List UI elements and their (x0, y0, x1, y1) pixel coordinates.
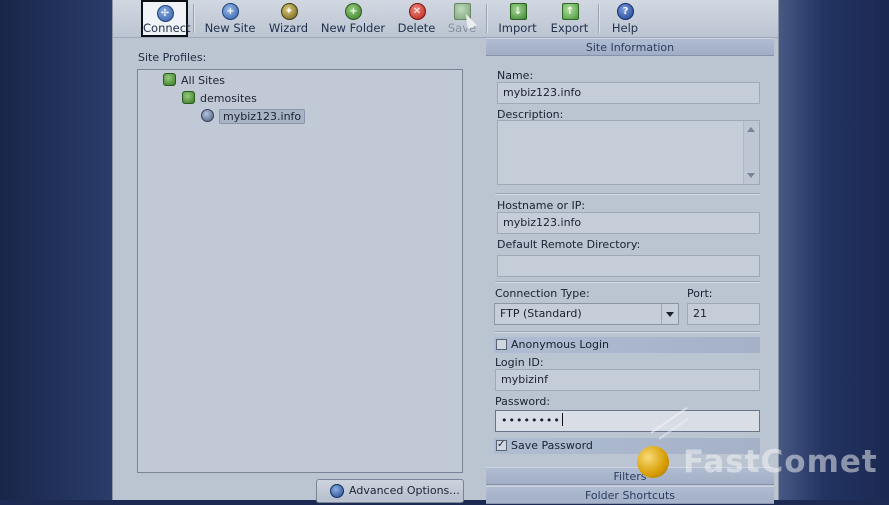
background-left (0, 0, 112, 500)
import-icon: ↓ (509, 3, 527, 20)
anonymous-login-row[interactable]: Anonymous Login (494, 337, 760, 353)
watermark-text: FastComet (683, 444, 878, 480)
password-field[interactable]: •••••••• (495, 410, 760, 432)
new-site-label: New Site (204, 21, 256, 35)
divider (495, 331, 760, 333)
delete-button[interactable]: ✕ Delete (395, 0, 438, 37)
name-field[interactable]: mybiz123.info (497, 82, 760, 104)
port-field[interactable]: 21 (687, 303, 760, 325)
text-caret (561, 413, 563, 426)
remote-directory-field[interactable] (497, 255, 760, 277)
new-folder-label: New Folder (320, 21, 386, 35)
toolbar: ✢ Connect + New Site ✦ Wizard + New Fold… (113, 0, 778, 38)
site-profiles-tree[interactable]: All Sites demosites mybiz123.info (137, 69, 463, 473)
login-id-field[interactable]: mybizinf (495, 369, 760, 391)
connection-type-label: Connection Type: (495, 287, 590, 300)
wizard-button[interactable]: ✦ Wizard (265, 0, 312, 37)
save-password-label: Save Password (511, 439, 593, 452)
chevron-down-icon[interactable] (661, 304, 678, 324)
scroll-down-icon[interactable] (747, 173, 755, 178)
tree-item-mybiz123[interactable]: mybiz123.info (201, 108, 306, 125)
advanced-options-button[interactable]: Advanced Options... (316, 479, 464, 503)
all-sites-icon (163, 73, 176, 86)
tree-item-label: All Sites (181, 74, 225, 87)
toolbar-separator (598, 4, 600, 33)
password-label: Password: (495, 395, 551, 408)
new-site-button[interactable]: + New Site (201, 0, 259, 37)
delete-icon: ✕ (408, 3, 426, 20)
folder-icon (182, 91, 195, 104)
site-profiles-pane: Site Profiles: All Sites demosites mybiz… (121, 38, 483, 503)
new-folder-button[interactable]: + New Folder (320, 0, 386, 37)
save-password-checkbox[interactable] (496, 437, 507, 453)
hostname-label: Hostname or IP: (497, 199, 586, 212)
help-icon: ? (617, 3, 634, 20)
advanced-options-label: Advanced Options... (349, 484, 460, 497)
new-folder-icon: + (345, 3, 362, 20)
divider (495, 281, 760, 283)
new-site-icon: + (222, 3, 239, 20)
description-field[interactable] (497, 120, 760, 185)
connect-label: Connect (143, 21, 191, 35)
site-icon (201, 109, 214, 122)
delete-label: Delete (397, 21, 436, 35)
fastcomet-logo-icon (637, 446, 669, 478)
background-right (779, 0, 889, 500)
site-information-header[interactable]: Site Information (486, 38, 774, 56)
scroll-up-icon[interactable] (747, 127, 755, 132)
import-label: Import (498, 21, 537, 35)
anonymous-login-checkbox[interactable] (496, 339, 507, 350)
help-label: Help (611, 21, 639, 35)
connection-type-value: FTP (Standard) (500, 307, 582, 320)
site-profiles-label: Site Profiles: (138, 51, 207, 64)
tree-item-demosites[interactable]: demosites (182, 90, 257, 107)
login-id-label: Login ID: (495, 356, 544, 369)
fastcomet-watermark: FastComet (637, 406, 878, 490)
connect-icon: ✢ (156, 5, 174, 22)
wizard-icon: ✦ (280, 3, 298, 20)
port-label: Port: (687, 287, 713, 300)
advanced-options-icon (330, 484, 344, 498)
toolbar-separator (193, 4, 195, 33)
tree-item-label: demosites (200, 92, 257, 105)
export-icon: ↑ (561, 3, 579, 20)
name-label: Name: (497, 69, 534, 82)
tree-item-label: mybiz123.info (219, 109, 306, 124)
help-button[interactable]: ? Help (607, 0, 643, 37)
remote-directory-label: Default Remote Directory: (497, 238, 641, 251)
toolbar-separator (486, 4, 488, 33)
connect-button[interactable]: ✢ Connect (141, 0, 191, 37)
hostname-field[interactable]: mybiz123.info (497, 212, 760, 234)
export-label: Export (550, 21, 589, 35)
connection-type-select[interactable]: FTP (Standard) (494, 303, 679, 325)
anonymous-login-label: Anonymous Login (511, 338, 610, 351)
export-button[interactable]: ↑ Export (547, 0, 592, 37)
divider (495, 193, 760, 195)
wizard-label: Wizard (268, 21, 309, 35)
tree-item-all-sites[interactable]: All Sites (163, 72, 225, 89)
description-scrollbar[interactable] (743, 121, 759, 184)
import-button[interactable]: ↓ Import (496, 0, 539, 37)
password-value: •••••••• (501, 414, 561, 427)
